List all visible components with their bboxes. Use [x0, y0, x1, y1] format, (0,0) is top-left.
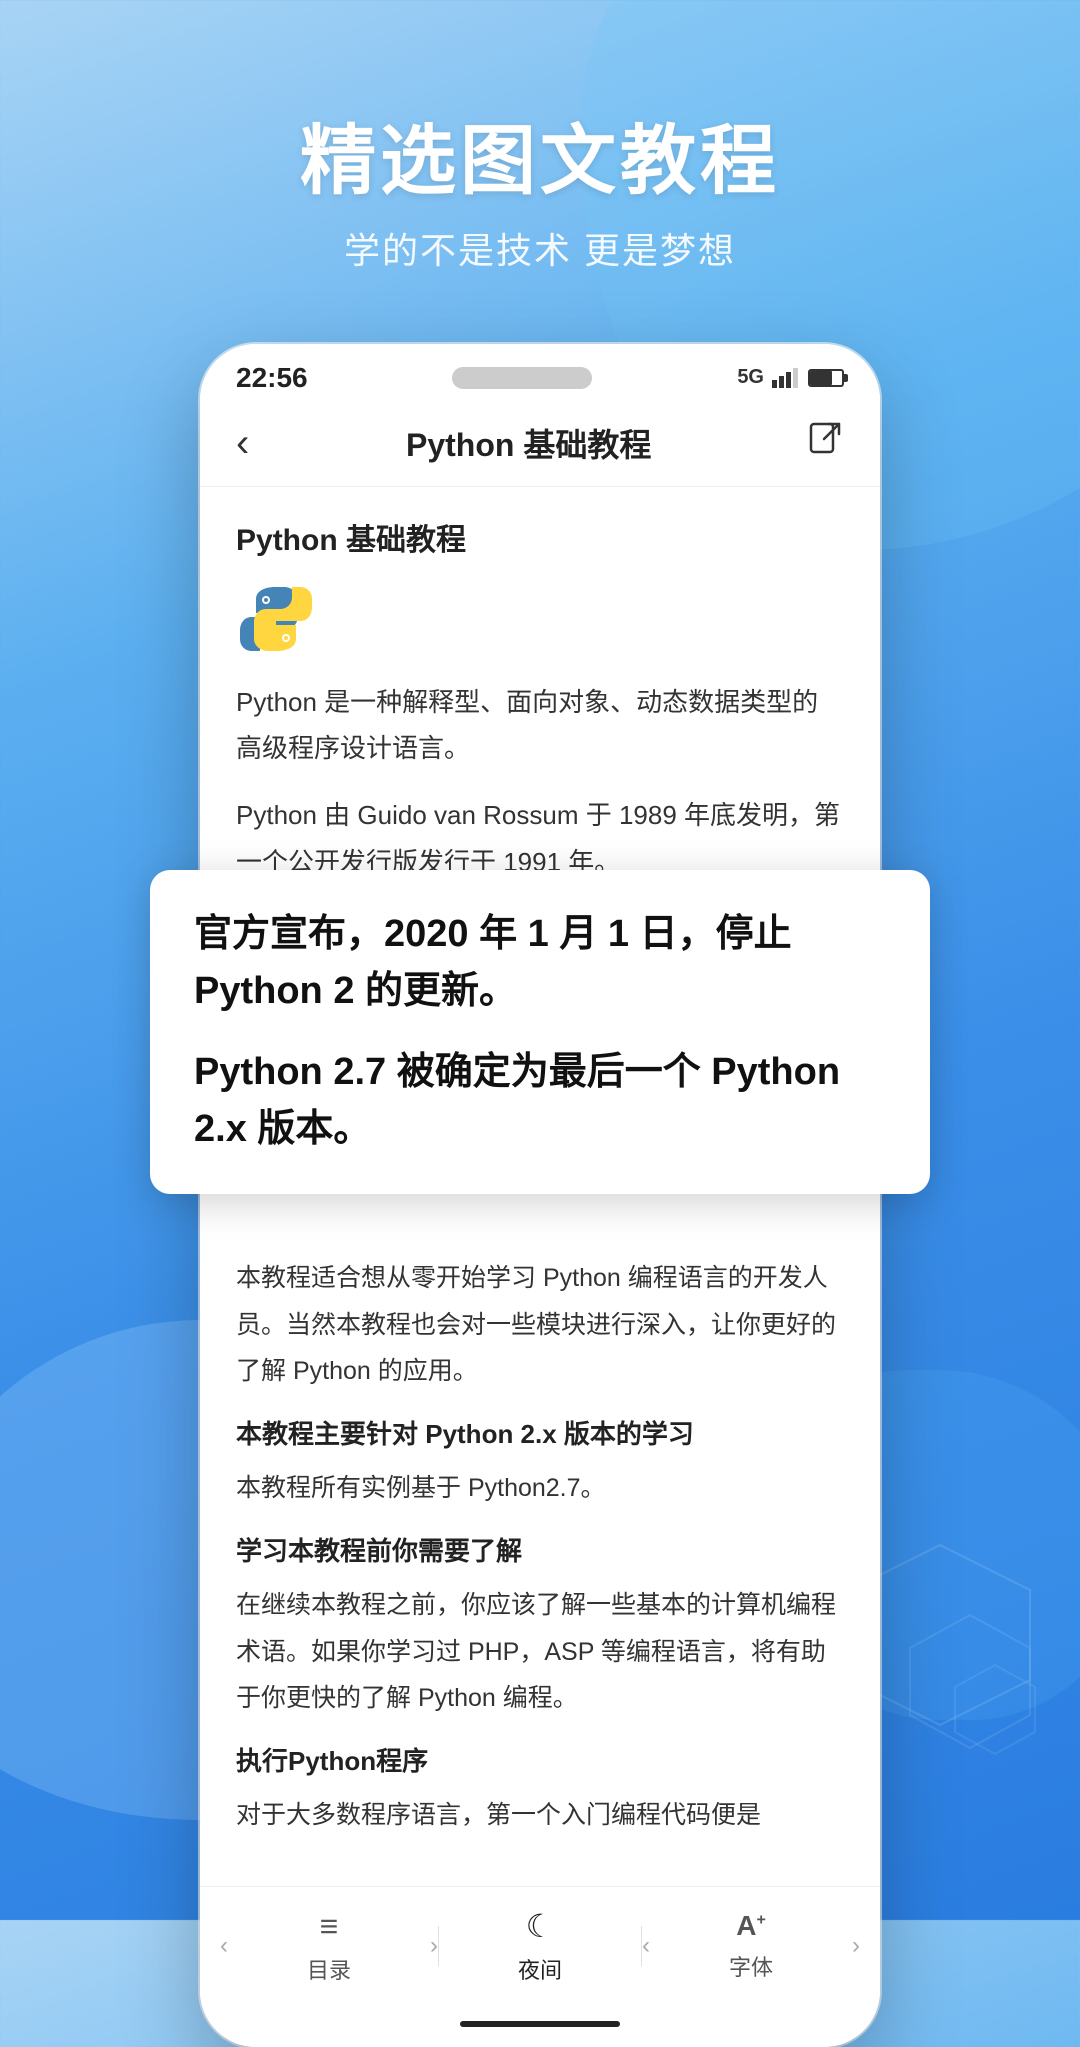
font-icon: A+: [736, 1910, 766, 1942]
signal-icon: 5G: [737, 366, 764, 389]
status-bar: 22:56 5G: [200, 344, 880, 404]
night-label: 夜间: [518, 1953, 562, 1985]
highlight-text-1: 官方宣布，2020 年 1 月 1 日，停止 Python 2 的更新。: [194, 906, 886, 1020]
toolbar-item-contents[interactable]: ≡ 目录: [228, 1908, 430, 1985]
next-arrow-2[interactable]: ›: [852, 1932, 860, 1960]
status-notch: [452, 367, 592, 389]
font-label: 字体: [729, 1950, 773, 1982]
share-button[interactable]: [808, 421, 844, 465]
battery-icon: [808, 369, 844, 387]
status-time: 22:56: [236, 362, 308, 394]
phone-mockup: 22:56 5G ‹ Python 基础教程: [200, 344, 880, 2047]
article-para-1: Python 是一种解释型、面向对象、动态数据类型的高级程序设计语言。: [236, 679, 844, 773]
section1-title: 本教程主要针对 Python 2.x 版本的学习: [236, 1414, 844, 1451]
section1-text: 本教程所有实例基于 Python2.7。: [236, 1465, 844, 1511]
header-section: 精选图文教程 学的不是技术 更是梦想: [0, 0, 1080, 314]
back-button[interactable]: ‹: [236, 423, 249, 463]
section2-title: 学习本教程前你需要了解: [236, 1531, 844, 1568]
section3-title: 执行Python程序: [236, 1741, 844, 1778]
home-indicator: [460, 2021, 620, 2027]
toolbar-item-font[interactable]: A+ 字体: [650, 1910, 852, 1982]
status-icons: 5G: [737, 366, 844, 389]
python-logo: [236, 579, 316, 659]
lower-para-1: 本教程适合想从零开始学习 Python 编程语言的开发人员。当然本教程也会对一些…: [236, 1255, 844, 1394]
next-arrow-1[interactable]: ›: [430, 1932, 438, 1960]
phone-container: 22:56 5G ‹ Python 基础教程: [0, 344, 1080, 2047]
nav-title: Python 基础教程: [406, 420, 651, 466]
toolbar-item-night[interactable]: ☾ 夜间: [439, 1907, 641, 1985]
nav-bar: ‹ Python 基础教程: [200, 404, 880, 487]
article-content-lower: 本教程适合想从零开始学习 Python 编程语言的开发人员。当然本教程也会对一些…: [200, 1227, 880, 1886]
article-title: Python 基础教程: [236, 515, 844, 559]
section3-text: 对于大多数程序语言，第一个入门编程代码便是: [236, 1792, 844, 1838]
highlight-card: 官方宣布，2020 年 1 月 1 日，停止 Python 2 的更新。 Pyt…: [150, 870, 930, 1194]
contents-icon: ≡: [320, 1908, 339, 1945]
night-icon: ☾: [526, 1907, 555, 1945]
contents-label: 目录: [307, 1953, 351, 1985]
main-title: 精选图文教程: [0, 120, 1080, 204]
section2-text: 在继续本教程之前，你应该了解一些基本的计算机编程术语。如果你学习过 PHP，AS…: [236, 1582, 844, 1721]
highlight-text-2: Python 2.7 被确定为最后一个 Python 2.x 版本。: [194, 1044, 886, 1158]
wifi-bars-icon: [772, 368, 800, 388]
sub-title: 学的不是技术 更是梦想: [0, 222, 1080, 274]
bottom-toolbar: ‹ ≡ 目录 › ☾ 夜间 ‹ A+ 字体 ›: [200, 1886, 880, 2013]
prev-arrow[interactable]: ‹: [220, 1932, 228, 1960]
home-indicator-area: [200, 2013, 880, 2047]
prev-arrow-2[interactable]: ‹: [642, 1932, 650, 1960]
